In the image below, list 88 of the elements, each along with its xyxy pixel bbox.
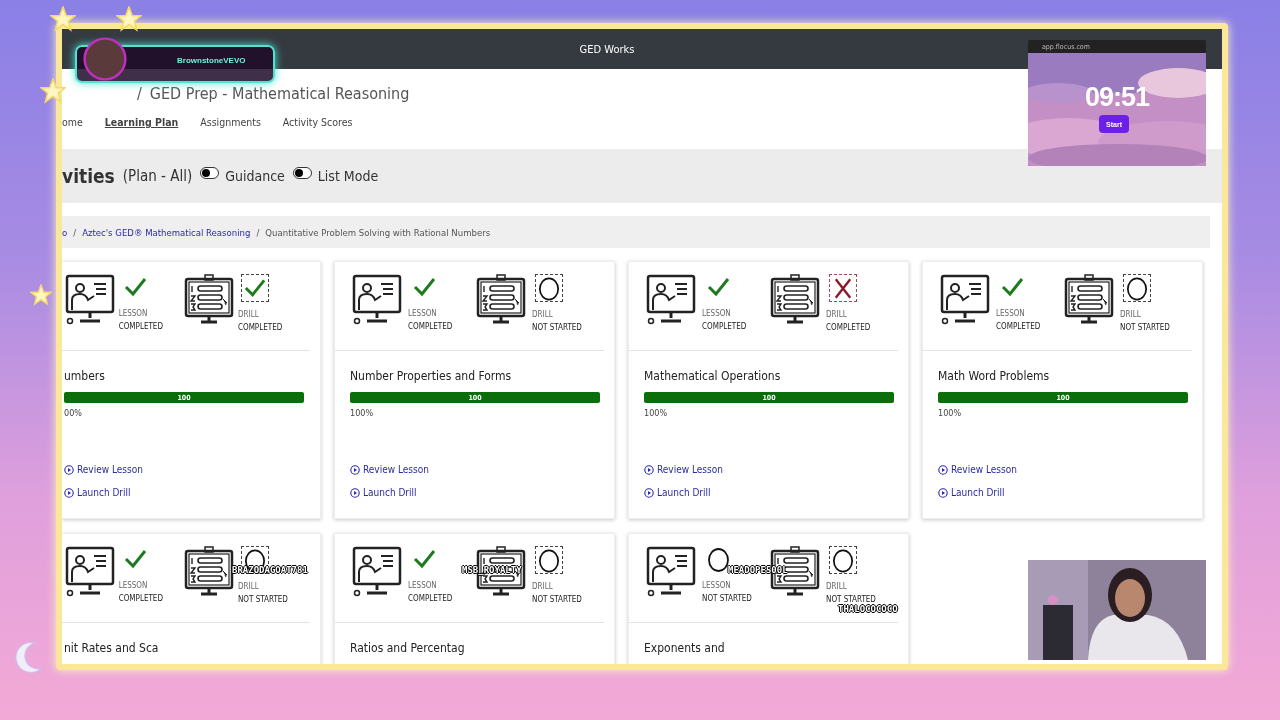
toggle-switch[interactable]: List Mode [292,168,379,184]
play-icon [938,487,948,498]
card-title: nit Rates and Sca [64,641,160,655]
status-label: LESSON [408,309,437,318]
activity-link[interactable]: Launch Drill [644,487,711,498]
breadcrumb-current: Quantitative Problem Solving with Rational Numbers [265,226,491,238]
card-title: Mathematical Operations [644,369,782,383]
status-label: DRILL [237,310,259,319]
status-text: NOT STARTED [702,594,752,603]
card-title: Number Properties and Forms [350,369,513,383]
quiz-board-icon [183,274,236,326]
lesson-monitor-icon [645,546,697,598]
play-icon [644,487,654,498]
quiz-board-icon [475,274,527,326]
toggle-switch[interactable]: Guidance [200,168,285,184]
nav-tab[interactable]: Activity Scores [282,116,353,128]
percent-text: 100% [350,408,375,418]
nav-tab[interactable]: ome [62,116,83,128]
moon-icon [14,640,44,673]
activity-link[interactable]: Review Lesson [350,464,429,475]
card-title: Ratios and Percentag [350,641,466,655]
status-label: DRILL [532,582,553,591]
nav-tab[interactable]: Learning Plan [104,116,179,128]
status-label: DRILL [826,582,847,591]
status-label: DRILL [532,310,553,319]
status-text: COMPLETED [237,323,283,332]
status-label: LESSON [702,581,731,590]
play-icon [644,464,654,475]
lesson-monitor-icon [351,546,403,598]
play-icon [64,487,74,498]
play-icon [64,464,74,475]
timer-display: 09:51 [1083,82,1151,113]
status-label: LESSON [408,581,437,590]
status-label: DRILL [237,582,259,591]
page-heading: vities [62,165,115,187]
lesson-monitor-icon [645,274,697,326]
star-icon [116,6,142,32]
user-name: BrownstoneVEVO [177,56,246,65]
percent-text: 100% [644,408,669,418]
status-text: NOT STARTED [532,595,582,604]
activity-link[interactable]: Review Lesson [938,464,1017,475]
heading-subtitle: (Plan - All) [122,167,193,185]
card-title: umbers [64,369,106,383]
viewer-name: THALOCOCOCO [838,604,898,614]
star-icon [50,6,76,32]
activity-link[interactable]: Launch Drill [350,487,417,498]
quiz-board-icon [769,274,821,326]
breadcrumb-separator: / [256,226,260,238]
quiz-board-icon [1063,274,1115,326]
status-label: LESSON [118,309,148,318]
activity-link[interactable]: Launch Drill [64,487,131,498]
lesson-monitor-icon [351,274,403,326]
status-text: COMPLETED [996,322,1041,331]
avatar-icon [83,37,127,81]
status-label: DRILL [1120,310,1141,319]
card-title: Exponents and [644,641,726,655]
status-text: NOT STARTED [1120,323,1170,332]
percent-text: 100% [938,408,963,418]
activity-link[interactable]: Launch Drill [938,487,1005,498]
play-icon [350,464,360,475]
status-label: LESSON [996,309,1025,318]
status-label: DRILL [826,310,847,319]
star-icon [30,284,52,306]
activity-link[interactable]: Review Lesson [64,464,143,475]
status-text: COMPLETED [408,322,453,331]
play-icon [938,464,948,475]
page-title: GED Prep - Mathematical Reasoning [149,83,410,103]
title-separator: / [137,83,142,103]
activity-link[interactable]: Review Lesson [644,464,723,475]
nav-tab[interactable]: Assignments [200,116,261,128]
status-text: COMPLETED [118,594,163,603]
status-text: COMPLETED [826,323,871,332]
breadcrumb-separator: / [73,226,77,238]
status-label: LESSON [702,309,731,318]
star-icon [40,78,66,104]
breadcrumb-link[interactable]: o [62,226,68,238]
card-title: Math Word Problems [938,369,1051,383]
status-text: COMPLETED [702,322,747,331]
breadcrumb-link[interactable]: Aztec's GED® Mathematical Reasoning [82,226,251,238]
percent-text: 00% [64,408,83,418]
status-text: NOT STARTED [532,323,582,332]
status-text: NOT STARTED [826,595,876,604]
lesson-monitor-icon [939,274,991,326]
status-label: LESSON [118,581,148,590]
status-text: NOT STARTED [237,595,288,604]
play-icon [350,487,360,498]
status-text: COMPLETED [118,322,163,331]
status-text: COMPLETED [408,594,453,603]
